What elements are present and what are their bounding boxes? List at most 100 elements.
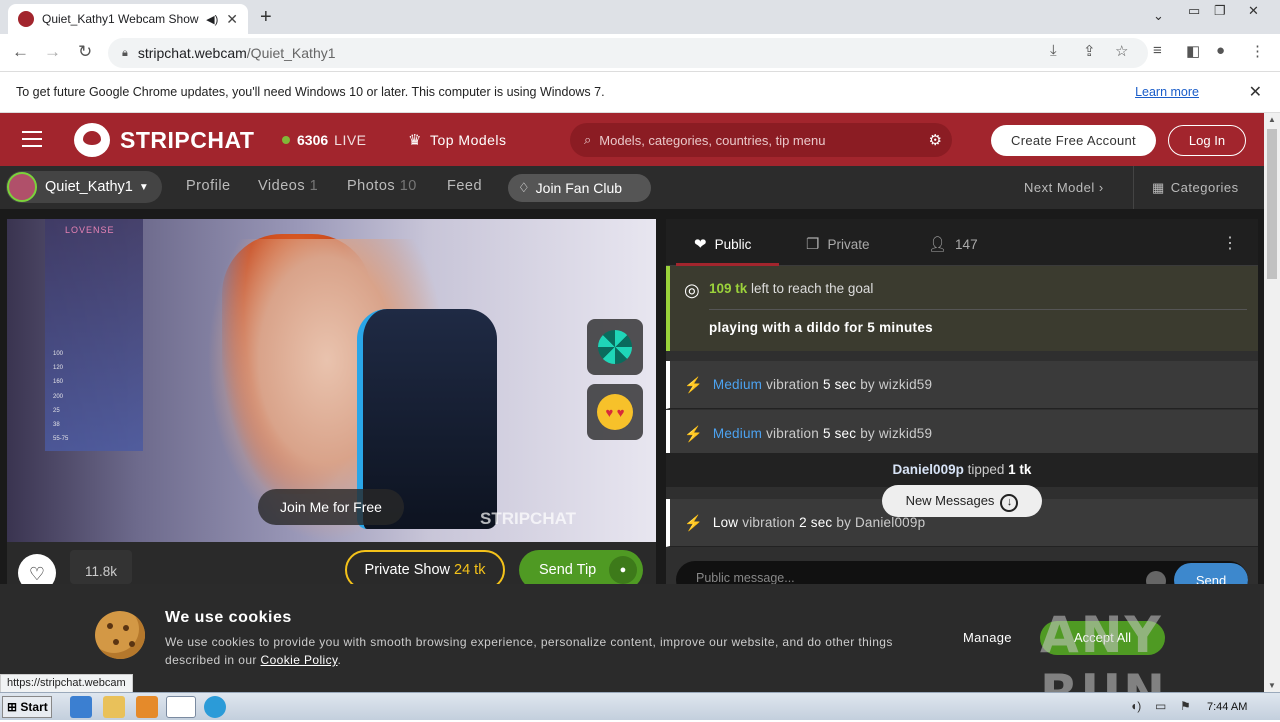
share-icon[interactable]: ⇪: [1083, 42, 1096, 60]
infobar-text: To get future Google Chrome updates, you…: [16, 85, 605, 99]
next-model-label: Next Model: [1024, 180, 1095, 195]
top-models-link[interactable]: ♛ Top Models: [408, 131, 507, 149]
create-account-button[interactable]: Create Free Account: [991, 125, 1156, 156]
wheel-icon: [598, 330, 632, 364]
lovense-overlay: LOVENSE 100 120 160 200 25 38 55-75: [45, 219, 143, 451]
side-panel-icon[interactable]: ◧: [1186, 42, 1200, 60]
scroll-up-icon[interactable]: ▲: [1268, 115, 1276, 124]
nav-divider: [1133, 166, 1134, 209]
tab-feed[interactable]: Feed: [447, 178, 482, 194]
network-tray-icon[interactable]: ▭: [1155, 699, 1166, 713]
fan-club-label: Join Fan Club: [535, 180, 623, 196]
site-header: STRIPCHAT 6306 LIVE ♛ Top Models ⌕ ⚙ Cre…: [0, 113, 1264, 166]
join-free-button[interactable]: Join Me for Free: [258, 489, 404, 525]
edge-icon[interactable]: [204, 696, 226, 718]
taskbar-clock[interactable]: 7:44 AM: [1207, 701, 1247, 713]
login-button[interactable]: Log In: [1168, 125, 1246, 156]
new-messages-button[interactable]: New Messages ↓: [882, 485, 1042, 517]
tab-photos[interactable]: Photos 10: [347, 178, 417, 194]
reading-list-icon[interactable]: ≡: [1153, 42, 1162, 59]
lovense-brand: LOVENSE: [65, 225, 115, 235]
tab-title: Quiet_Kathy1 Webcam Show |: [42, 12, 203, 26]
infobar-close-icon[interactable]: ✕: [1249, 82, 1262, 102]
minimize-button[interactable]: ▭: [1188, 3, 1200, 19]
audio-tray-icon[interactable]: ◖): [1130, 699, 1141, 713]
video-player[interactable]: LOVENSE 100 120 160 200 25 38 55-75 Join Me fo…: [7, 219, 656, 542]
stripchat-logo[interactable]: STRIPCHAT: [74, 123, 254, 157]
categories-button[interactable]: ▦ Categories: [1152, 180, 1239, 196]
arrow-down-circle-icon: ↓: [1000, 494, 1019, 512]
goal-amount: 109 tk: [709, 281, 748, 296]
tab-photos-label: Photos: [347, 178, 396, 194]
back-icon[interactable]: ←: [12, 42, 29, 62]
model-navigation: Quiet_Kathy1 ▼ Profile Videos 1 Photos 1…: [0, 166, 1264, 209]
learn-more-link[interactable]: Learn more: [1135, 85, 1199, 99]
new-tab-button[interactable]: +: [260, 6, 272, 29]
message-duration: 2 sec: [799, 515, 833, 530]
chrome-taskbar-icon[interactable]: [166, 696, 196, 718]
live-dot-icon: [282, 136, 290, 144]
browser-tab-bar: Quiet_Kathy1 Webcam Show | ◀) ✕ + ⌄ ▭ ❐ …: [0, 0, 1280, 34]
chat-bubbles-icon: ❐: [806, 236, 820, 253]
lovense-levels: 100 120 160 200 25 38 55-75: [53, 351, 69, 443]
windows-logo-icon: ⊞: [7, 700, 18, 714]
scroll-down-icon[interactable]: ▼: [1268, 681, 1276, 690]
browser-tab[interactable]: Quiet_Kathy1 Webcam Show | ◀) ✕: [8, 4, 248, 34]
cookie-text: We use cookies to provide you with smoot…: [165, 635, 893, 667]
public-message-input[interactable]: [696, 571, 1116, 585]
cookie-policy-link[interactable]: Cookie Policy: [261, 653, 338, 667]
close-window-button[interactable]: ✕: [1248, 3, 1259, 19]
tipper-name[interactable]: Daniel009p: [893, 462, 964, 477]
page-scrollbar[interactable]: ▲ ▼: [1264, 113, 1280, 692]
scrollbar-thumb[interactable]: [1267, 129, 1277, 279]
tab-private-chat[interactable]: ❐ Private: [806, 235, 869, 253]
tab-search-icon[interactable]: ⌄: [1153, 8, 1164, 24]
tab-public-chat[interactable]: ❤ Public: [694, 235, 751, 253]
goal-divider: [709, 309, 1247, 310]
tab-profile[interactable]: Profile: [186, 178, 231, 194]
video-controls: ♡ 11.8k Private Show 24 tk Send Tip ●: [7, 542, 656, 592]
chat-menu-kebab-icon[interactable]: ⋮: [1222, 233, 1238, 253]
ie-icon[interactable]: [70, 696, 92, 718]
message-duration: 5 sec: [822, 426, 857, 441]
users-count: 147: [955, 236, 978, 252]
tip-message: Daniel009p tipped 1 tk: [666, 453, 1258, 487]
tab-close-icon[interactable]: ✕: [226, 11, 238, 28]
filter-sliders-icon[interactable]: ⚙: [929, 131, 942, 149]
model-selector[interactable]: Quiet_Kathy1 ▼: [6, 171, 162, 203]
profile-icon[interactable]: ●: [1216, 42, 1225, 59]
tab-videos[interactable]: Videos 1: [258, 178, 318, 194]
url-bar[interactable]: 🔒︎ stripchat.webcam/Quiet_Kathy1: [108, 38, 1148, 68]
bookmark-star-icon[interactable]: ☆: [1115, 42, 1128, 60]
videos-count: 1: [309, 178, 319, 194]
install-icon[interactable]: ⤓: [1050, 42, 1057, 59]
grid-icon: ▦: [1152, 180, 1165, 195]
status-url: https://stripchat.webcam: [0, 674, 133, 693]
live-counter[interactable]: 6306 LIVE: [282, 132, 367, 148]
media-player-icon[interactable]: [136, 696, 158, 718]
reload-icon[interactable]: ↻: [78, 42, 92, 62]
emoji-reaction-button[interactable]: ♥ ♥: [587, 384, 643, 440]
restore-button[interactable]: ❐: [1214, 3, 1226, 19]
wheel-of-fortune-button[interactable]: [587, 319, 643, 375]
user-icon: 👤︎: [928, 236, 948, 253]
goal-text: left to reach the goal: [751, 281, 874, 296]
message-duration: 5 sec: [822, 377, 857, 392]
main-content: LOVENSE 100 120 160 200 25 38 55-75 Join Me fo…: [0, 209, 1264, 599]
private-show-price: 24 tk: [454, 562, 486, 578]
explorer-icon[interactable]: [103, 696, 125, 718]
stripchat-watermark: STRIPCHAT: [480, 509, 577, 528]
menu-kebab-icon[interactable]: ⋮: [1250, 42, 1265, 60]
tab-users[interactable]: 👤︎ 147: [928, 235, 978, 253]
address-toolbar: ← → ↻ 🔒︎ stripchat.webcam/Quiet_Kathy1 ⤓…: [0, 34, 1280, 72]
hamburger-menu-icon[interactable]: [22, 131, 42, 147]
forward-icon[interactable]: →: [44, 42, 61, 62]
manage-cookies-button[interactable]: Manage: [963, 630, 1012, 645]
next-model-button[interactable]: Next Model ›: [1024, 180, 1104, 195]
search-input[interactable]: [599, 132, 900, 148]
search-box[interactable]: ⌕ ⚙: [570, 123, 952, 157]
join-fan-club-button[interactable]: ♢ Join Fan Club: [508, 174, 651, 202]
chat-tabs: ❤ Public ❐ Private 👤︎ 147 ⋮: [666, 219, 1258, 266]
start-button[interactable]: ⊞ Start: [2, 696, 52, 718]
flag-tray-icon[interactable]: ⚑: [1180, 699, 1191, 713]
